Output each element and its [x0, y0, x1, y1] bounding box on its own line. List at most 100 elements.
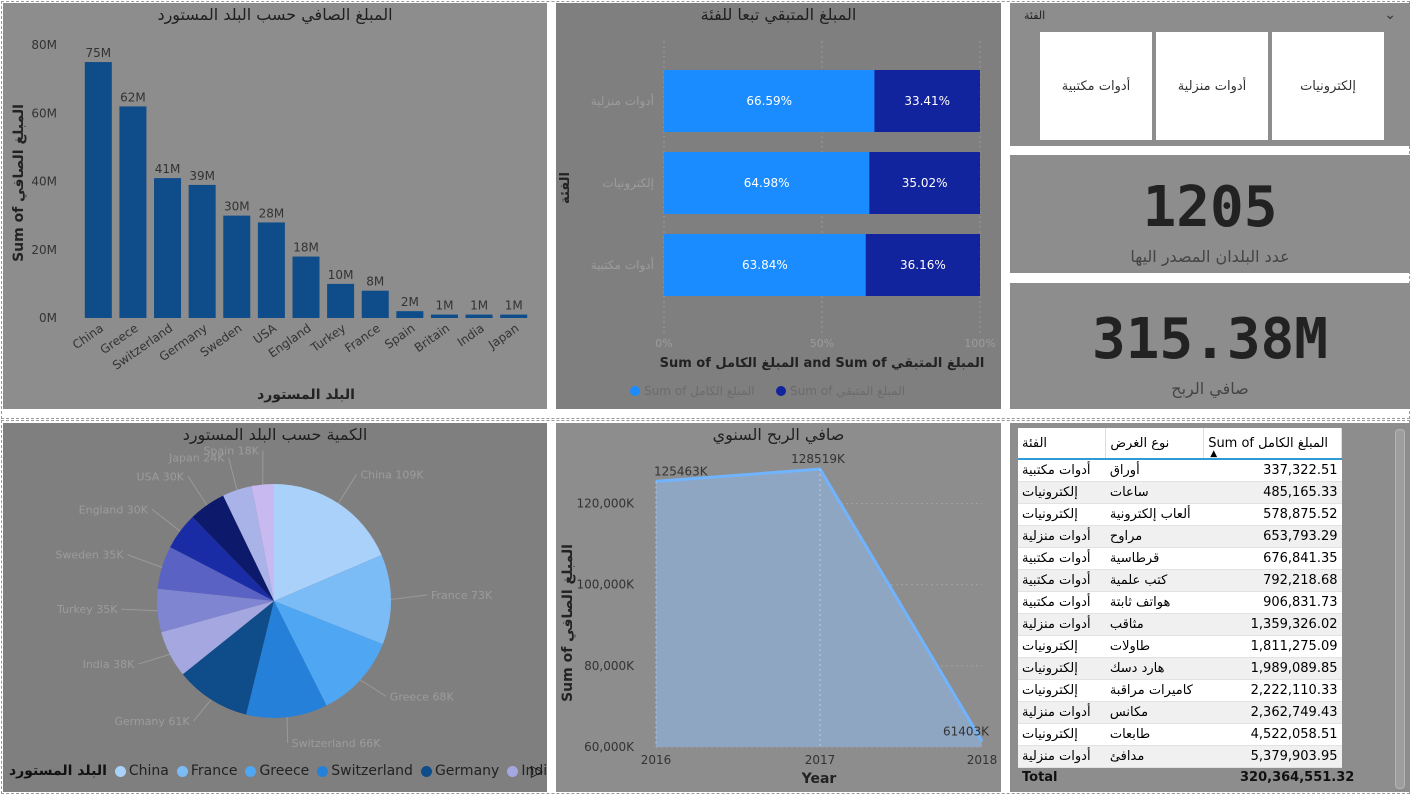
cell-type: هارد دسك — [1105, 657, 1204, 680]
table-row[interactable]: إلكترونيات هارد دسك 1,989,089.85 — [1018, 657, 1342, 680]
cell-type: ألعاب إلكترونية — [1105, 503, 1204, 526]
pie-leader-line — [360, 679, 387, 697]
cell-type: أوراق — [1105, 459, 1204, 482]
bar-chart-panel[interactable]: المبلغ الصافي حسب البلد المستورد Sum of … — [3, 3, 547, 409]
bar-chart: Sum of المبلغ الصافي البلد المستورد 0M 20… — [11, 38, 528, 403]
bar-china[interactable] — [84, 62, 112, 318]
stacked-y-axis-label: الفئة — [558, 172, 573, 204]
bar-usa[interactable] — [257, 222, 285, 318]
col-header-type[interactable]: نوع الغرض — [1105, 428, 1205, 460]
bar-x-tick: Japan — [485, 321, 521, 352]
area-y-tick: 60,000K — [584, 740, 635, 754]
bar-x-tick: Turkey — [307, 321, 348, 355]
cell-category: أدوات مكتبية — [1018, 569, 1106, 592]
legend-marker-full — [630, 386, 640, 396]
pie-leader-line — [193, 699, 212, 722]
cell-type: مراوح — [1105, 525, 1204, 548]
matrix-table: الفئة نوع الغرض Sum of المبلغ الكامل ▲ أ… — [1018, 428, 1342, 768]
bar-y-tick: 0M — [39, 311, 57, 325]
bar-data-label: 10M — [328, 268, 354, 282]
area-y-axis-label: Sum of المبلغ الصافي — [560, 544, 576, 702]
legend-dot — [114, 765, 126, 777]
bar-data-label: 30M — [224, 200, 250, 214]
legend-dot — [317, 765, 329, 777]
bar-spain[interactable] — [396, 311, 424, 318]
cell-type: مكانس — [1105, 701, 1204, 724]
table-row[interactable]: أدوات منزلية مدافئ 5,379,903.95 — [1018, 745, 1342, 768]
legend-next-icon[interactable]: ▷ — [531, 761, 543, 780]
table-row[interactable]: إلكترونيات طابعات 4,522,058.51 — [1018, 723, 1342, 746]
table-scrollbar[interactable] — [1395, 429, 1405, 789]
cell-type: مدافئ — [1105, 745, 1204, 768]
pie-chart-panel[interactable]: الكمية حسب البلد المستورد China 109K Fran… — [3, 423, 547, 792]
area-data-label: 128519K — [791, 452, 846, 466]
table-row[interactable]: إلكترونيات ساعات 485,165.33 — [1018, 481, 1342, 504]
pie-leader-line — [227, 457, 238, 491]
pie-leader-line — [338, 474, 357, 504]
table-row[interactable]: أدوات مكتبية أوراق 337,322.51 — [1018, 459, 1342, 482]
cell-full-amount: 5,379,903.95 — [1203, 745, 1342, 768]
pie-legend-item[interactable]: Greece — [245, 763, 309, 779]
cell-full-amount: 676,841.35 — [1203, 547, 1342, 570]
table-row[interactable]: أدوات منزلية مثاقب 1,359,326.02 — [1018, 613, 1342, 636]
chevron-down-icon[interactable]: ⌄ — [1384, 7, 1396, 23]
table-row[interactable]: أدوات منزلية مكانس 2,362,749.43 — [1018, 701, 1342, 724]
sort-ascending-icon: ▲ — [1210, 449, 1218, 459]
cell-category: إلكترونيات — [1018, 635, 1106, 658]
stacked-label-remaining: 35.02% — [902, 176, 948, 190]
cell-full-amount: 2,222,110.33 — [1203, 679, 1342, 702]
table-row[interactable]: أدوات مكتبية قرطاسية 676,841.35 — [1018, 547, 1342, 570]
area-chart-panel[interactable]: صافي الربح السنوي Sum of المبلغ الصافي Y… — [556, 423, 1001, 792]
cell-full-amount: 1,989,089.85 — [1203, 657, 1342, 680]
bar-switzerland[interactable] — [154, 178, 182, 318]
bar-japan[interactable] — [500, 314, 528, 318]
cell-full-amount: 653,793.29 — [1203, 525, 1342, 548]
pie-leader-line — [187, 476, 208, 506]
bar-greece[interactable] — [119, 106, 147, 318]
bar-india[interactable] — [465, 314, 493, 318]
area-y-tick: 120,000K — [577, 497, 636, 511]
cell-category: أدوات مكتبية — [1018, 547, 1106, 570]
col-header-full-amount[interactable]: Sum of المبلغ الكامل ▲ — [1203, 428, 1342, 460]
pie-legend-item[interactable]: France — [176, 763, 237, 779]
pie-data-label: France 73K — [431, 589, 493, 602]
table-row[interactable]: أدوات مكتبية كتب علمية 792,218.68 — [1018, 569, 1342, 592]
bar-england[interactable] — [292, 256, 320, 318]
pie-data-label: India 38K — [83, 658, 135, 671]
table-row[interactable]: أدوات مكتبية هواتف ثابتة 906,831.73 — [1018, 591, 1342, 614]
bar-germany[interactable] — [188, 184, 216, 318]
cell-category: إلكترونيات — [1018, 481, 1106, 504]
bar-sweden[interactable] — [223, 215, 251, 318]
cell-category: إلكترونيات — [1018, 723, 1106, 746]
bar-france[interactable] — [361, 290, 389, 318]
table-row[interactable]: إلكترونيات ألعاب إلكترونية 578,875.52 — [1018, 503, 1342, 526]
bar-data-label: 41M — [155, 162, 181, 176]
stacked-category-label: إلكترونيات — [602, 176, 654, 191]
bar-data-label: 2M — [401, 295, 419, 309]
table-row[interactable]: أدوات منزلية مراوح 653,793.29 — [1018, 525, 1342, 548]
table-panel[interactable]: الفئة نوع الغرض Sum of المبلغ الكامل ▲ أ… — [1010, 423, 1410, 792]
stacked-label-full: 63.84% — [742, 258, 788, 272]
area-y-tick: 80,000K — [584, 659, 635, 673]
slicer-option-household[interactable]: أدوات منزلية — [1156, 32, 1268, 140]
table-row[interactable]: إلكترونيات طاولات 1,811,275.09 — [1018, 635, 1342, 658]
table-row[interactable]: إلكترونيات كاميرات مراقبة 2,222,110.33 — [1018, 679, 1342, 702]
cell-type: كتب علمية — [1105, 569, 1204, 592]
slicer-option-office[interactable]: أدوات مكتبية — [1040, 32, 1152, 140]
cell-category: أدوات منزلية — [1018, 701, 1106, 724]
stacked-chart-panel[interactable]: المبلغ المتبقي تبعا للفئة الفئة Sum of ا… — [556, 3, 1001, 409]
category-slicer[interactable]: الفئة ⌄ إلكترونيات أدوات منزلية أدوات مك… — [1010, 3, 1410, 146]
stacked-category-label: أدوات مكتبية — [591, 257, 654, 273]
pie-legend-item[interactable]: Germany — [420, 763, 499, 779]
area-x-tick: 2016 — [641, 753, 672, 767]
cell-full-amount: 2,362,749.43 — [1203, 701, 1342, 724]
bar-turkey[interactable] — [327, 283, 355, 318]
pie-legend-item[interactable]: Switzerland — [317, 763, 413, 779]
bar-britain[interactable] — [430, 314, 458, 318]
col-header-full-amount-label: Sum of المبلغ الكامل — [1208, 435, 1329, 451]
pie-legend-item[interactable]: China — [114, 763, 169, 779]
pie-data-label: Sweden 35K — [55, 549, 124, 562]
col-header-category[interactable]: الفئة — [1018, 428, 1107, 460]
slicer-option-electronics[interactable]: إلكترونيات — [1272, 32, 1384, 140]
bar-data-label: 1M — [505, 299, 523, 313]
